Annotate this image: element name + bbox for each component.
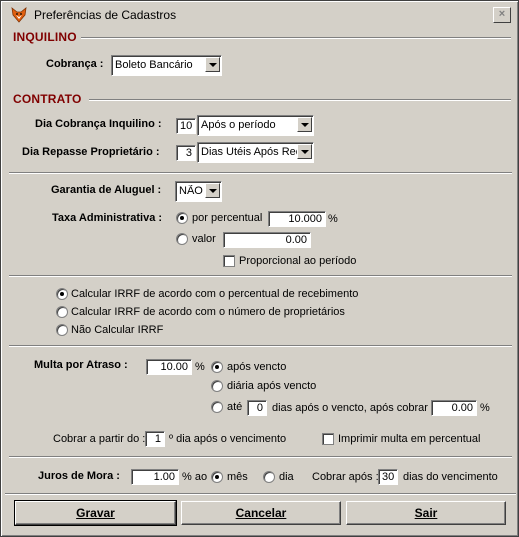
irrf-nao-calcular-radio[interactable] (56, 324, 68, 336)
cobranca-value: Boleto Bancário (115, 59, 193, 71)
dia-cobranca-field[interactable]: 10 (176, 118, 196, 134)
percent-sign: % (328, 213, 338, 225)
title-bar: Preferências de Cadastros × (4, 4, 515, 26)
sair-label: Sair (414, 506, 438, 520)
proporcional-label: Proporcional ao período (239, 255, 357, 267)
irrf-option3-label: Não Calcular IRRF (71, 324, 164, 336)
cobrar-partir-field[interactable]: 1 (145, 431, 165, 447)
juros-dia-radio[interactable] (263, 471, 275, 483)
cobrar-partir-suffix: º dia após o vencimento (169, 433, 287, 445)
taxa-label: Taxa Administrativa : (52, 212, 163, 224)
divider (9, 275, 512, 277)
multa-ate-dias-field[interactable]: 0 (247, 400, 267, 416)
section-inquilino-title: INQUILINO (13, 30, 77, 44)
cobrar-partir-label: Cobrar a partir do : (53, 433, 146, 445)
irrf-proprietarios-radio[interactable] (56, 306, 68, 318)
dia-cobranca-select[interactable]: Após o período (197, 115, 314, 136)
window-title: Preferências de Cadastros (34, 8, 177, 22)
multa-dias-apos-label: dias após o vencto, após cobrar (272, 402, 428, 414)
close-icon[interactable]: × (493, 7, 511, 23)
irrf-option2-label: Calcular IRRF de acordo com o número de … (71, 306, 345, 318)
multa-diaria-radio[interactable] (211, 380, 223, 392)
cobranca-label: Cobrança : (46, 58, 104, 70)
divider (81, 37, 511, 39)
divider (9, 172, 512, 174)
taxa-valor-radio[interactable] (176, 233, 188, 245)
taxa-valor-field[interactable]: 0.00 (223, 232, 311, 248)
chevron-down-icon[interactable] (205, 183, 220, 198)
juros-mes-label: mês (227, 471, 248, 483)
dia-repasse-field[interactable]: 3 (176, 145, 196, 161)
juros-label: Juros de Mora : (38, 470, 120, 482)
proporcional-checkbox[interactable] (223, 255, 235, 267)
cobrar-apos-label: Cobrar após : (312, 471, 379, 483)
divider (89, 99, 511, 101)
sair-button[interactable]: Sair (346, 501, 506, 525)
taxa-percentual-label: por percentual (192, 212, 263, 224)
juros-dia-label: dia (279, 471, 294, 483)
taxa-valor-label: valor (192, 233, 216, 245)
multa-ate-label: até (227, 401, 243, 413)
dia-repasse-label: Dia Repasse Proprietário : (22, 146, 160, 158)
multa-apos-vencto-label: após vencto (227, 361, 287, 373)
chevron-down-icon[interactable] (205, 57, 220, 72)
taxa-percentual-radio[interactable] (176, 212, 188, 224)
taxa-percentual-field[interactable]: 10.000 (268, 211, 326, 227)
dia-cobranca-label: Dia Cobrança Inquilino : (35, 118, 162, 130)
multa-label: Multa por Atraso : (34, 359, 128, 371)
chevron-down-icon[interactable] (297, 144, 312, 159)
gravar-label: Gravar (76, 506, 115, 520)
divider (9, 456, 512, 458)
dia-cobranca-option: Após o período (201, 119, 276, 131)
dia-repasse-option: Dias Utéis Após Rec (201, 146, 297, 158)
garantia-label: Garantia de Aluguel : (51, 184, 162, 196)
juros-field[interactable]: 1.00 (131, 469, 179, 485)
percent-sign: % (480, 402, 490, 414)
irrf-percentual-radio[interactable] (56, 288, 68, 300)
garantia-select[interactable]: NÃO (175, 181, 222, 202)
percent-sign: % (195, 361, 205, 373)
preferences-window: Preferências de Cadastros × INQUILINO Co… (0, 0, 519, 537)
section-contrato-title: CONTRATO (13, 92, 82, 106)
chevron-down-icon[interactable] (297, 117, 312, 132)
imprimir-multa-label: Imprimir multa em percentual (338, 433, 481, 445)
divider (5, 493, 516, 495)
cobrar-apos-field[interactable]: 30 (378, 469, 398, 485)
fox-app-icon (11, 7, 27, 23)
dia-repasse-select[interactable]: Dias Utéis Após Rec (197, 142, 314, 163)
multa-field[interactable]: 10.00 (146, 359, 192, 375)
divider (9, 345, 512, 347)
cobranca-select[interactable]: Boleto Bancário (111, 55, 222, 76)
irrf-option1-label: Calcular IRRF de acordo com o percentual… (71, 288, 359, 300)
imprimir-multa-checkbox[interactable] (322, 433, 334, 445)
garantia-value: NÃO (179, 185, 203, 197)
cancelar-button[interactable]: Cancelar (181, 501, 341, 525)
cancelar-label: Cancelar (235, 506, 287, 520)
multa-apos-vencto-radio[interactable] (211, 361, 223, 373)
multa-diaria-label: diária após vencto (227, 380, 317, 392)
multa-cobrar-field[interactable]: 0.00 (431, 400, 477, 416)
cobrar-apos-suffix: dias do vencimento (403, 471, 498, 483)
juros-ao-label: % ao (182, 471, 208, 483)
multa-ate-radio[interactable] (211, 401, 223, 413)
juros-mes-radio[interactable] (211, 471, 223, 483)
gravar-button[interactable]: Gravar (14, 500, 177, 526)
